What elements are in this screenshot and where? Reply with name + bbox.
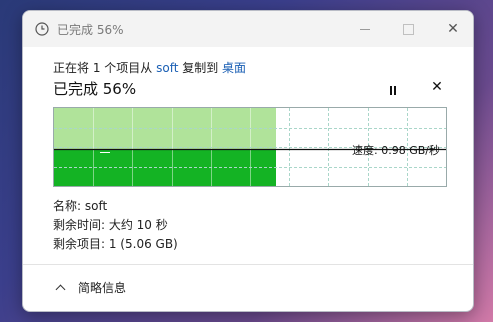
speed-label: 速度: 0.98 GB/秒: [352, 144, 440, 157]
fewer-details-button[interactable]: 简略信息: [53, 279, 126, 296]
pause-icon-bar: [394, 85, 396, 95]
title-bar: 已完成 56% ✕: [23, 11, 473, 47]
pause-icon: [390, 85, 392, 95]
file-name: 名称: soft: [53, 199, 108, 213]
copy-description: 正在将 1 个项目从 soft 复制到 桌面: [53, 59, 246, 76]
minimize-button[interactable]: [353, 17, 377, 41]
divider: [23, 264, 473, 265]
cancel-button[interactable]: ✕: [429, 79, 445, 95]
copy-progress-dialog: 已完成 56% ✕ 正在将 1 个项目从 soft 复制到 桌面 已完成 56%…: [22, 10, 474, 312]
copy-prefix: 正在将 1 个项目从: [53, 61, 157, 75]
items-remaining: 剩余项目: 1 (5.06 GB): [53, 237, 178, 251]
time-remaining: 剩余时间: 大约 10 秒: [53, 218, 168, 232]
copy-middle: 复制到: [178, 61, 223, 75]
window-title: 已完成 56%: [57, 23, 124, 37]
pause-button[interactable]: [385, 83, 401, 97]
destination-link[interactable]: 桌面: [222, 61, 246, 75]
progress-title: 已完成 56%: [53, 80, 137, 98]
fewer-details-label: 简略信息: [78, 281, 127, 295]
maximize-button[interactable]: [396, 17, 420, 41]
close-icon: ✕: [447, 21, 459, 37]
maximize-icon: [402, 23, 414, 35]
clock-icon: [35, 22, 49, 36]
chevron-up-icon: [55, 284, 66, 295]
close-button[interactable]: ✕: [441, 17, 465, 41]
minimize-icon: [360, 28, 370, 30]
source-folder-link[interactable]: soft: [156, 61, 178, 75]
speed-chart: 速度: 0.98 GB/秒: [53, 107, 447, 187]
